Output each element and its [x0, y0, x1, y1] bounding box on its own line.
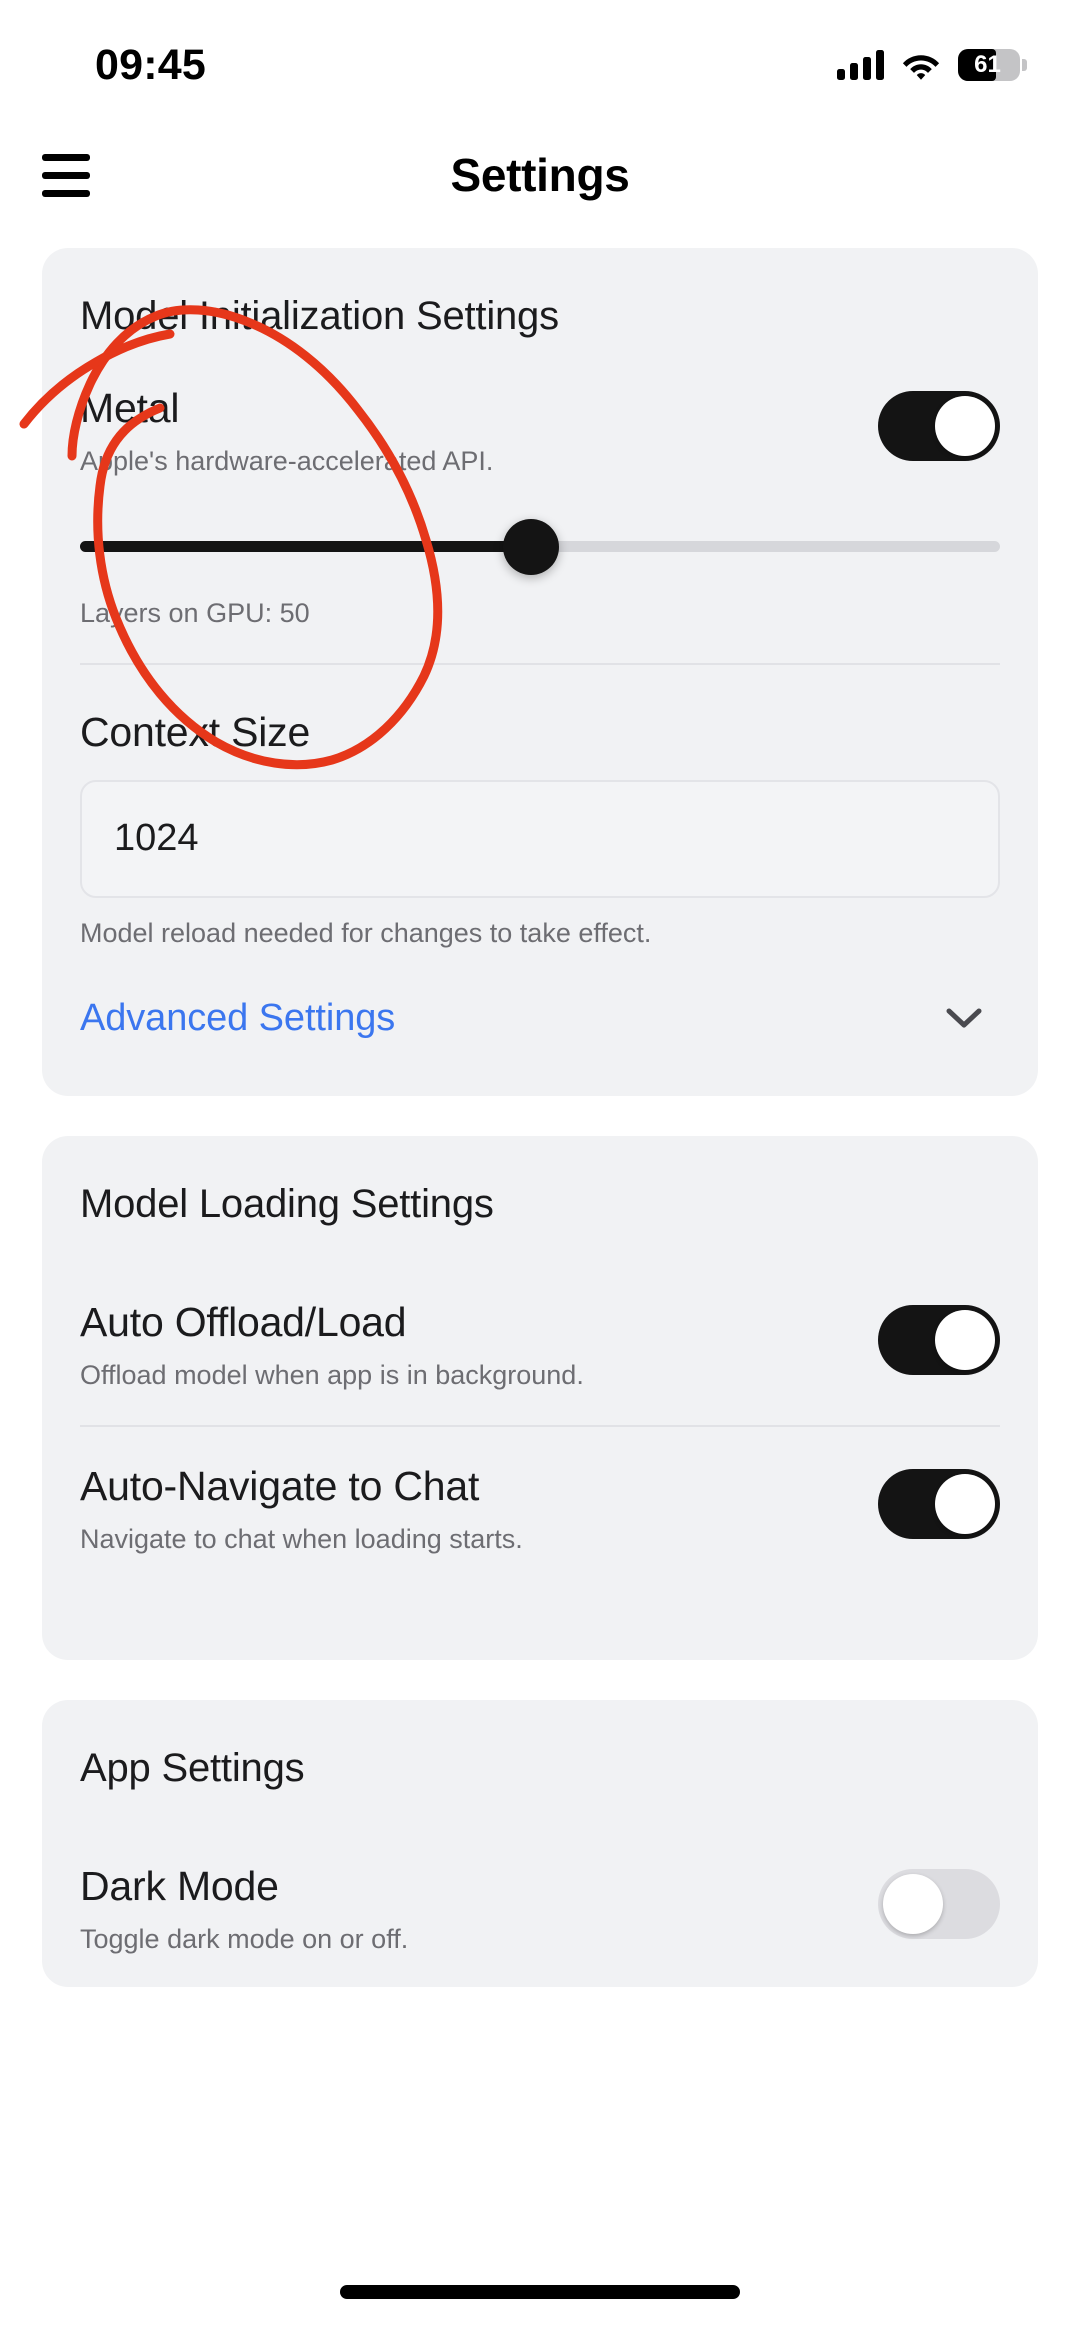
section-title-app-settings: App Settings	[80, 1745, 305, 1790]
navigation-bar: Settings	[0, 120, 1080, 230]
setting-row-auto-offload-load-text: Auto Offload/Load Offload model when app…	[80, 1299, 878, 1392]
battery-percent-label: 61	[974, 51, 1001, 78]
link-advanced-settings[interactable]: Advanced Settings	[80, 949, 1000, 1096]
toggle-metal[interactable]	[878, 391, 1000, 461]
setting-label-auto-offload-load: Auto Offload/Load	[80, 1298, 407, 1345]
link-advanced-settings-label: Advanced Settings	[80, 996, 396, 1039]
chevron-down-icon[interactable]	[946, 1007, 982, 1029]
slider-layers-on-gpu-thumb[interactable]	[502, 518, 559, 575]
slider-layers-on-gpu-track[interactable]	[80, 518, 1000, 575]
setting-description-dark-mode: Toggle dark mode on or off.	[80, 1923, 409, 1954]
setting-row-auto-navigate-to-chat[interactable]: Auto-Navigate to Chat Navigate to chat w…	[80, 1427, 1000, 1574]
toggle-auto-offload-load[interactable]	[878, 1304, 1000, 1375]
toggle-auto-navigate-to-chat-knob	[935, 1474, 995, 1535]
status-bar-indicators: 61	[837, 49, 1027, 81]
setting-description-auto-offload-load: Offload model when app is in background.	[80, 1359, 584, 1390]
phone-screen: 09:45 61 Settings Model Initialization S…	[0, 0, 1080, 2337]
battery-icon: 61	[958, 49, 1027, 81]
setting-row-metal[interactable]: Metal Apple's hardware-accelerated API.	[80, 349, 1000, 496]
toggle-dark-mode-knob	[883, 1873, 943, 1934]
setting-row-dark-mode-text: Dark Mode Toggle dark mode on or off.	[80, 1863, 878, 1956]
setting-row-metal-text: Metal Apple's hardware-accelerated API.	[80, 385, 878, 478]
setting-label-auto-navigate-to-chat: Auto-Navigate to Chat	[80, 1463, 480, 1510]
slider-layers-on-gpu[interactable]	[80, 510, 1000, 584]
setting-label-metal: Metal	[80, 385, 180, 431]
status-bar-time: 09:45	[95, 40, 206, 89]
section-title-model-loading: Model Loading Settings	[80, 1181, 494, 1226]
field-label-context-size: Context Size	[80, 708, 311, 755]
setting-row-auto-navigate-to-chat-text: Auto-Navigate to Chat Navigate to chat w…	[80, 1463, 878, 1556]
setting-description-auto-navigate-to-chat: Navigate to chat when loading starts.	[80, 1524, 523, 1555]
card-model-initialization-settings: Model Initialization Settings Metal Appl…	[42, 248, 1038, 1096]
battery-cap	[1022, 59, 1027, 71]
home-indicator	[340, 2285, 740, 2299]
setting-description-metal: Apple's hardware-accelerated API.	[80, 446, 494, 477]
card-bottom-padding	[80, 1574, 1000, 1660]
input-context-size[interactable]: 1024	[80, 779, 1000, 898]
section-title-model-initialization: Model Initialization Settings	[80, 294, 559, 338]
settings-scroll-content: Model Initialization Settings Metal Appl…	[0, 248, 1080, 2027]
cellular-signal-icon	[837, 50, 884, 80]
card-model-loading-settings: Model Loading Settings Auto Offload/Load…	[42, 1135, 1038, 1660]
setting-row-dark-mode[interactable]: Dark Mode Toggle dark mode on or off.	[80, 1801, 1000, 1974]
setting-label-dark-mode: Dark Mode	[80, 1862, 279, 1909]
help-text-context-size: Model reload needed for changes to take …	[80, 917, 652, 948]
page-title: Settings	[450, 149, 630, 201]
card-app-settings: App Settings Dark Mode Toggle dark mode …	[42, 1699, 1038, 1988]
setting-row-auto-offload-load[interactable]: Auto Offload/Load Offload model when app…	[80, 1237, 1000, 1410]
status-bar: 09:45 61	[0, 0, 1080, 100]
toggle-auto-navigate-to-chat[interactable]	[878, 1469, 1000, 1540]
slider-layers-on-gpu-fill	[80, 541, 531, 553]
toggle-auto-offload-load-knob	[935, 1309, 995, 1370]
hamburger-menu-icon[interactable]	[42, 145, 112, 205]
toggle-metal-knob	[935, 396, 995, 456]
card-bottom-padding-app-settings	[80, 1973, 1000, 1987]
slider-layers-on-gpu-caption: Layers on GPU: 50	[80, 597, 310, 628]
toggle-dark-mode[interactable]	[878, 1868, 1000, 1939]
wifi-icon	[902, 54, 940, 80]
